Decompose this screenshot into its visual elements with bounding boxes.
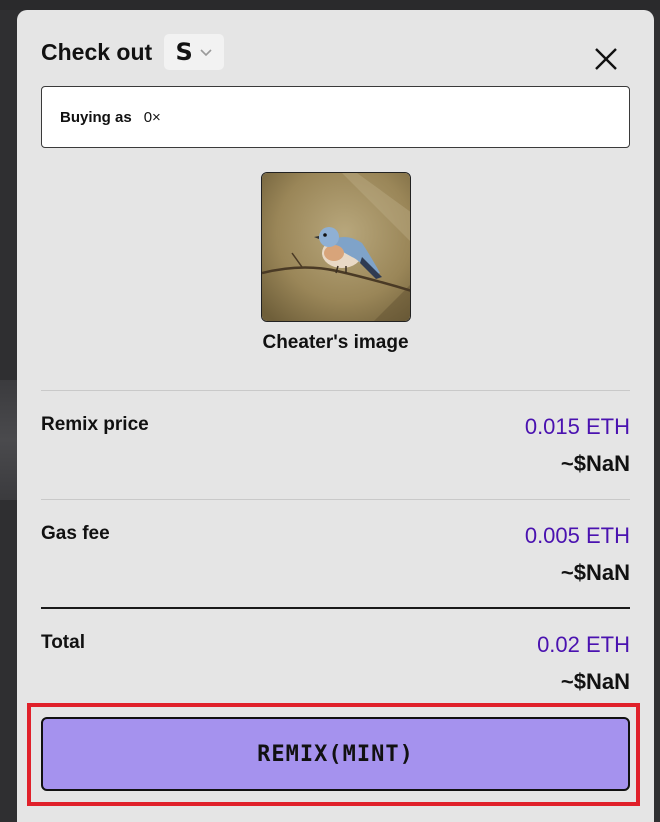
remix-price-eth: 0.015 ETH [524, 414, 630, 439]
remix-mint-button[interactable]: REMIX(MINT) [41, 717, 630, 791]
remix-price-usd: ~$NaN [560, 451, 630, 476]
artwork-title: Cheater's image [262, 332, 409, 353]
chevron-down-icon [200, 49, 212, 57]
artwork-thumbnail [261, 172, 411, 322]
divider [41, 390, 630, 391]
total-usd: ~$NaN [560, 669, 630, 694]
total-label: Total [41, 632, 85, 653]
gas-fee-label: Gas fee [41, 523, 110, 544]
network-symbol-icon: S [175, 38, 193, 66]
buyer-address: 0× [143, 108, 161, 126]
close-icon[interactable] [593, 46, 619, 72]
gas-fee-usd: ~$NaN [560, 560, 630, 585]
checkout-modal: Check out S Buying as 0× Cheater's image… [17, 10, 654, 822]
total-divider [41, 607, 630, 609]
modal-header: Check out S [41, 34, 225, 70]
backdrop-strip [0, 380, 17, 500]
modal-title: Check out [41, 38, 153, 65]
network-select[interactable]: S [164, 34, 225, 70]
buying-as-field: Buying as 0× [41, 86, 630, 148]
divider [41, 499, 630, 500]
gas-fee-eth: 0.005 ETH [524, 523, 630, 548]
total-eth: 0.02 ETH [537, 632, 630, 657]
remix-mint-label: REMIX(MINT) [257, 741, 414, 767]
buying-as-label: Buying as [60, 108, 132, 126]
remix-price-label: Remix price [41, 414, 149, 435]
backdrop [0, 0, 660, 10]
